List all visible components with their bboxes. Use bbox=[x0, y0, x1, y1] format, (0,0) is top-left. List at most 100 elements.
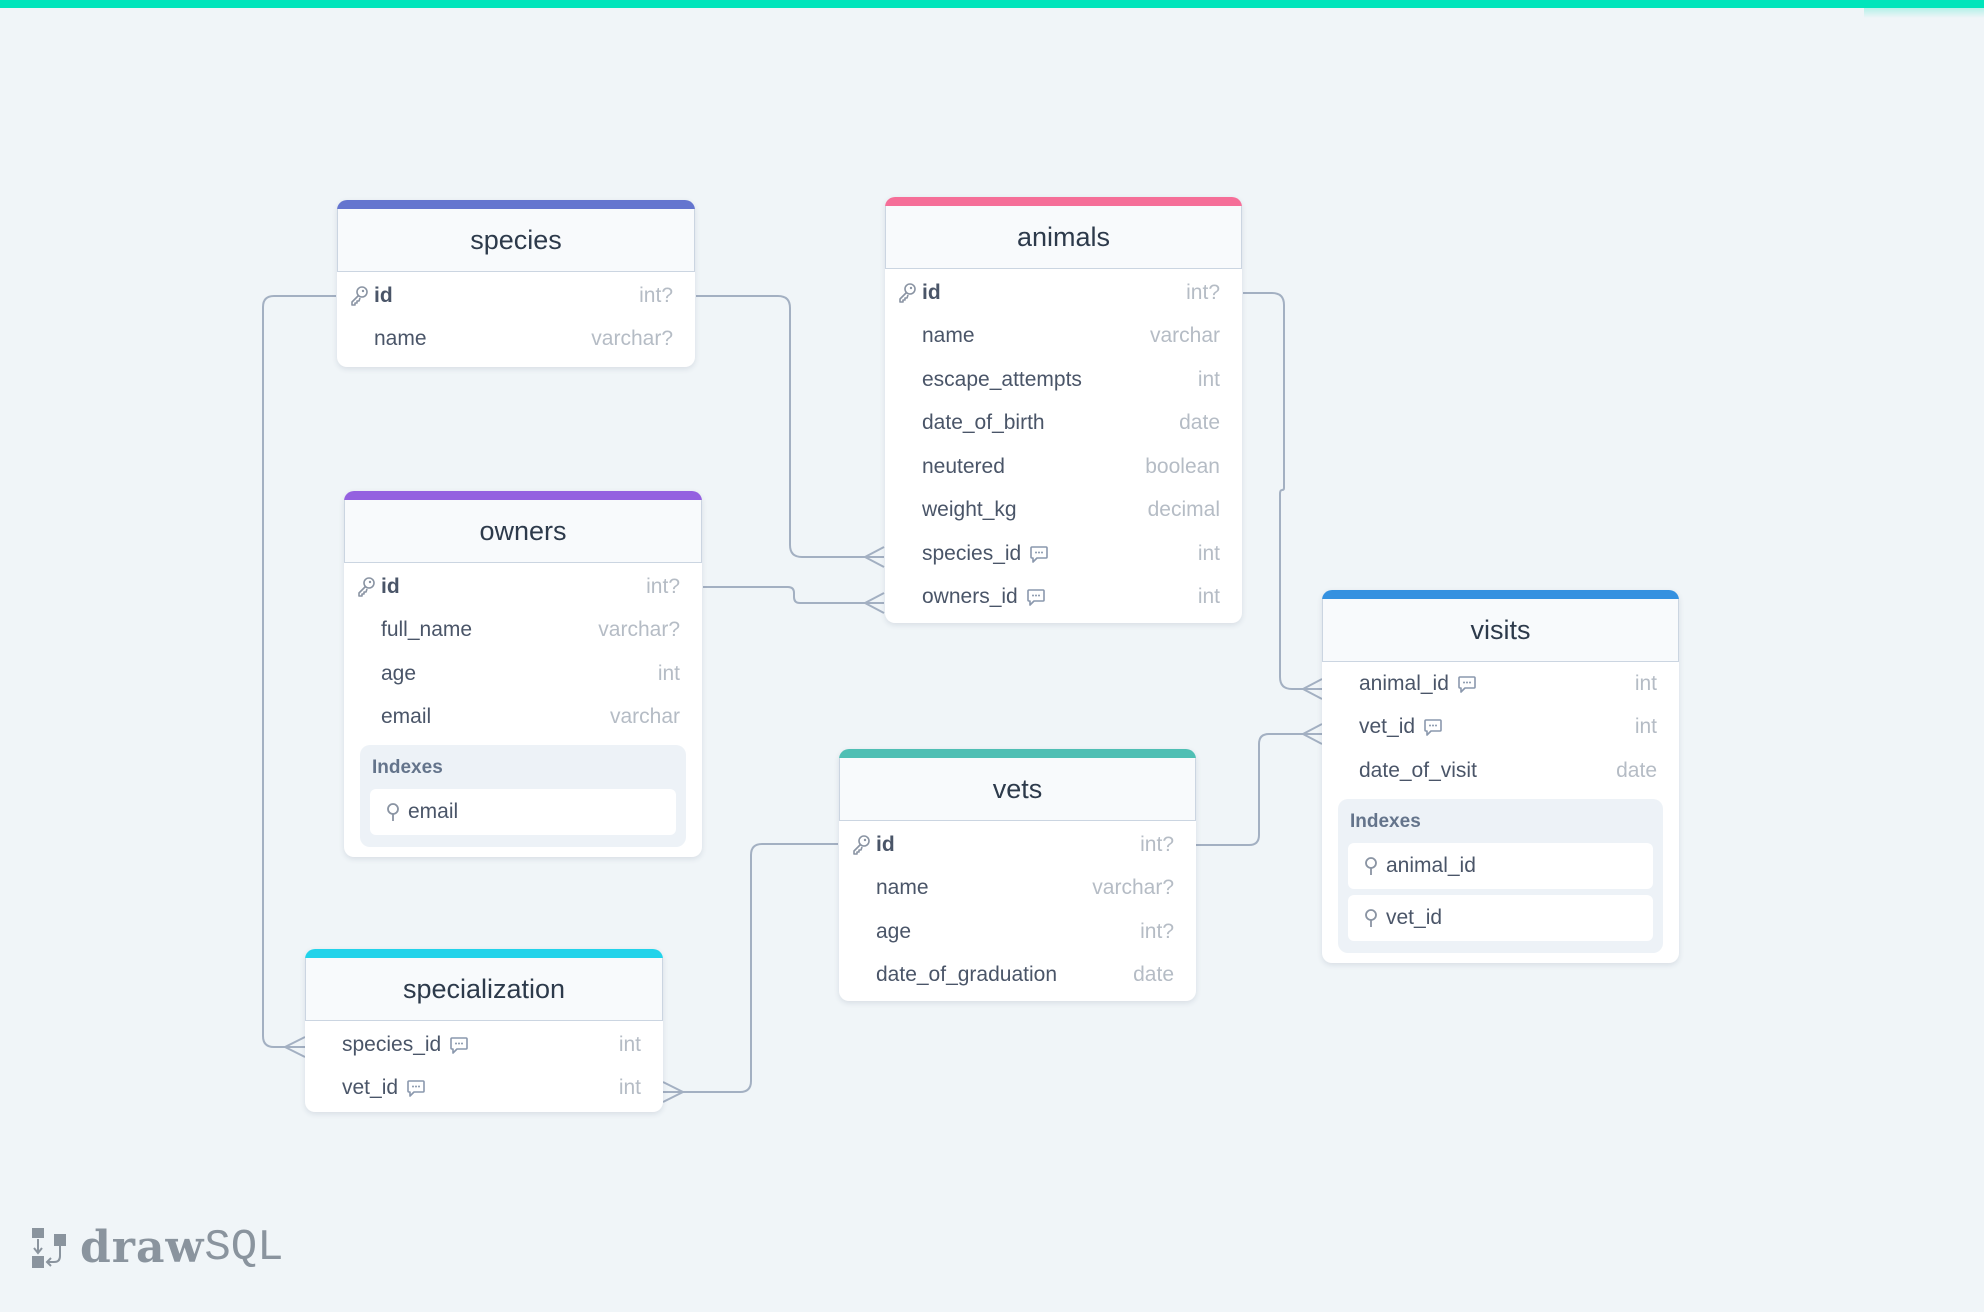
link-animals-visits[interactable] bbox=[1243, 292, 1322, 690]
table-species[interactable]: species id int? name varchar? bbox=[337, 200, 695, 367]
top-glow bbox=[1864, 8, 1984, 18]
column-name: vet_id bbox=[1359, 715, 1635, 739]
column-row-email[interactable]: email varchar bbox=[344, 696, 702, 740]
column-name: id bbox=[374, 284, 639, 308]
indexes-heading: Indexes bbox=[1350, 810, 1421, 832]
index-item[interactable]: vet_id bbox=[1348, 894, 1653, 941]
column-name-text: id bbox=[374, 283, 393, 307]
column-name: date_of_graduation bbox=[876, 963, 1133, 987]
column-row-escape-attempts[interactable]: escape_attempts int bbox=[885, 358, 1242, 402]
index-list: animal_id vet_id bbox=[1348, 842, 1653, 941]
comment-icon[interactable] bbox=[449, 1035, 469, 1055]
column-name-text: date_of_birth bbox=[922, 411, 1045, 435]
link-vets-visits[interactable] bbox=[1196, 733, 1322, 846]
table-title[interactable]: specialization bbox=[305, 958, 663, 1021]
table-accent bbox=[885, 197, 1242, 206]
index-icon bbox=[386, 801, 400, 823]
comment-icon[interactable] bbox=[1026, 587, 1046, 607]
table-vets[interactable]: vets id int? name varchar? age int? date_of_gr… bbox=[839, 749, 1196, 1001]
column-type: varchar bbox=[1149, 324, 1220, 348]
crowfoot-specialization-vet_id bbox=[662, 1081, 684, 1103]
column-row-id[interactable]: id int? bbox=[344, 565, 702, 609]
column-type: int bbox=[1197, 367, 1220, 391]
columns: id int? name varchar escape_attempts int date_… bbox=[885, 269, 1242, 623]
column-name: vet_id bbox=[342, 1076, 619, 1100]
link-owners-animals[interactable] bbox=[703, 586, 884, 604]
column-name-text: date_of_visit bbox=[1359, 758, 1477, 782]
column-name: full_name bbox=[381, 618, 598, 642]
column-type: int? bbox=[1140, 832, 1174, 856]
primary-key-icon bbox=[349, 285, 369, 307]
index-item[interactable]: animal_id bbox=[1348, 842, 1653, 889]
column-row-id[interactable]: id int? bbox=[337, 274, 695, 318]
column-row-date-of-visit[interactable]: date_of_visit date bbox=[1322, 749, 1679, 793]
crowfoot-specialization-species_id bbox=[284, 1036, 306, 1058]
column-name: email bbox=[381, 705, 610, 729]
column-name: name bbox=[922, 324, 1150, 348]
column-row-weight-kg[interactable]: weight_kg decimal bbox=[885, 489, 1242, 533]
table-owners[interactable]: owners id int? full_name varchar? age int emai… bbox=[344, 491, 702, 857]
table-title[interactable]: species bbox=[337, 209, 695, 272]
column-row-neutered[interactable]: neutered boolean bbox=[885, 445, 1242, 489]
column-row-id[interactable]: id int? bbox=[885, 271, 1242, 315]
link-species-specialization[interactable] bbox=[262, 295, 336, 1048]
comment-icon[interactable] bbox=[406, 1078, 426, 1098]
index-name: email bbox=[408, 800, 459, 823]
column-name: animal_id bbox=[1359, 672, 1635, 696]
column-type: varchar? bbox=[591, 327, 673, 351]
column-row-full-name[interactable]: full_name varchar? bbox=[344, 609, 702, 653]
column-type: varchar bbox=[609, 705, 680, 729]
columns: id int? full_name varchar? age int email varcha… bbox=[344, 563, 702, 739]
column-type: int bbox=[1634, 671, 1657, 695]
column-type: int? bbox=[639, 283, 673, 307]
table-accent bbox=[305, 949, 663, 958]
comment-icon[interactable] bbox=[1457, 674, 1477, 694]
primary-key-icon bbox=[356, 576, 376, 598]
primary-key-icon bbox=[851, 834, 871, 856]
column-row-vet-id[interactable]: vet_id int bbox=[1322, 706, 1679, 750]
column-name-text: id bbox=[922, 280, 941, 304]
crowfoot-visits-animal_id bbox=[1302, 678, 1323, 700]
index-name: animal_id bbox=[1386, 853, 1476, 877]
column-row-age[interactable]: age int bbox=[344, 652, 702, 696]
columns: species_id int vet_id int bbox=[305, 1021, 663, 1112]
index-item[interactable]: email bbox=[370, 789, 676, 835]
table-animals[interactable]: animals id int? name varchar escape_attempts… bbox=[885, 197, 1242, 623]
column-type: date bbox=[1616, 758, 1657, 782]
column-row-name[interactable]: name varchar? bbox=[337, 318, 695, 362]
column-row-name[interactable]: name varchar bbox=[885, 315, 1242, 359]
column-type: varchar? bbox=[1092, 876, 1174, 900]
column-row-date-of-birth[interactable]: date_of_birth date bbox=[885, 402, 1242, 446]
column-row-species-id[interactable]: species_id int bbox=[305, 1023, 663, 1067]
column-row-age[interactable]: age int? bbox=[839, 910, 1196, 954]
table-title[interactable]: owners bbox=[344, 500, 702, 563]
table-accent bbox=[337, 200, 695, 209]
column-row-vet-id[interactable]: vet_id int bbox=[305, 1067, 663, 1111]
column-row-owners-id[interactable]: owners_id int bbox=[885, 576, 1242, 620]
link-species-animals[interactable] bbox=[696, 295, 884, 558]
column-type: int? bbox=[646, 574, 680, 598]
column-name: age bbox=[381, 662, 658, 686]
table-specialization[interactable]: specialization species_id int vet_id int bbox=[305, 949, 663, 1112]
column-name-text: escape_attempts bbox=[922, 367, 1082, 391]
column-row-animal-id[interactable]: animal_id int bbox=[1322, 662, 1679, 706]
column-name-text: vet_id bbox=[342, 1076, 399, 1100]
comment-icon[interactable] bbox=[1423, 717, 1443, 737]
column-row-id[interactable]: id int? bbox=[839, 823, 1196, 867]
indexes-panel: Indexes email bbox=[360, 745, 686, 847]
table-title[interactable]: vets bbox=[839, 758, 1196, 821]
column-name-text: email bbox=[381, 705, 432, 729]
column-row-name[interactable]: name varchar? bbox=[839, 867, 1196, 911]
table-title[interactable]: animals bbox=[885, 206, 1242, 269]
logo-icon bbox=[32, 1227, 66, 1268]
column-type: int bbox=[1197, 585, 1220, 609]
indexes-heading: Indexes bbox=[372, 757, 443, 778]
column-row-date-of-graduation[interactable]: date_of_graduation date bbox=[839, 954, 1196, 998]
comment-icon[interactable] bbox=[1029, 544, 1049, 564]
table-title[interactable]: visits bbox=[1322, 599, 1679, 662]
column-name-text: species_id bbox=[342, 1032, 442, 1056]
column-row-species-id[interactable]: species_id int bbox=[885, 532, 1242, 576]
table-visits[interactable]: visits animal_id int vet_id int date_of_visi… bbox=[1322, 590, 1679, 963]
link-vets-specialization[interactable] bbox=[663, 843, 838, 1093]
crowfoot-animals-species_id bbox=[864, 546, 885, 568]
